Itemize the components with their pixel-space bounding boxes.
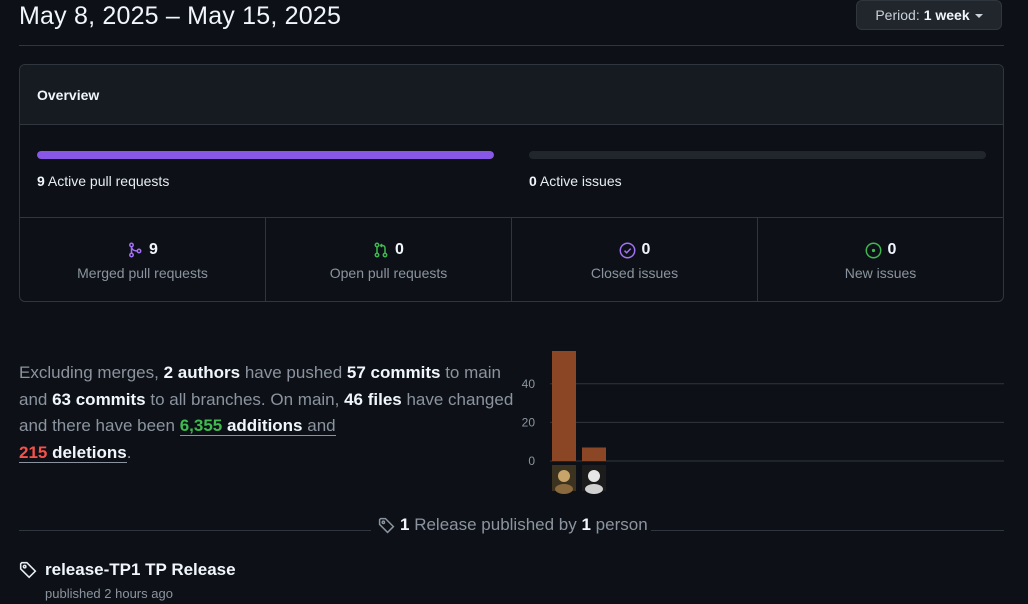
- period-label: Period:: [875, 7, 920, 23]
- date-range-title: May 8, 2025 – May 15, 2025: [19, 2, 342, 30]
- active-issues-label: Active issues: [539, 173, 622, 189]
- pull-requests-bar[interactable]: [37, 151, 494, 159]
- check-circle-icon: [619, 242, 636, 258]
- commit-summary: Excluding merges, 2 authors have pushed …: [19, 360, 514, 466]
- author-avatar[interactable]: [582, 465, 606, 494]
- stat-new-value: 0: [887, 241, 897, 258]
- deletions-link[interactable]: 215 deletions: [19, 442, 127, 463]
- stat-merged-pull-requests[interactable]: 9 Merged pull requests: [20, 218, 266, 301]
- caret-down-icon: [974, 14, 983, 18]
- stat-new-issues[interactable]: 0 New issues: [758, 218, 1003, 301]
- releases-divider-right: [651, 530, 1004, 531]
- stat-open-pull-requests[interactable]: 0 Open pull requests: [266, 218, 512, 301]
- pull-requests-bar-fill: [37, 151, 494, 159]
- active-issues-count: 0: [529, 173, 537, 189]
- overview-stats: 9 Merged pull requests 0 Open pull reque…: [20, 218, 1003, 301]
- commit-bar: [552, 351, 576, 461]
- active-issues-link[interactable]: 0 Active issues: [529, 173, 622, 189]
- releases-text: person: [590, 515, 648, 534]
- active-pull-requests-count: 9: [37, 173, 45, 189]
- header-divider: [19, 45, 1004, 46]
- summary-text: .: [126, 442, 132, 462]
- active-pull-requests-link[interactable]: 9 Active pull requests: [37, 173, 169, 189]
- releases-summary: 1 Release published by 1 person: [378, 515, 648, 535]
- files-changed-count: 46 files: [344, 389, 402, 409]
- authors-count: 2 authors: [163, 363, 241, 382]
- deletions-count: 215: [19, 442, 48, 462]
- y-tick-label: 40: [522, 377, 536, 391]
- stat-new-label: New issues: [844, 265, 917, 281]
- summary-text: have pushed: [240, 363, 347, 382]
- releases-text: Release published by: [409, 515, 582, 534]
- commits-main-count: 57 commits: [346, 363, 441, 382]
- summary-text: to all branches. On main,: [145, 389, 345, 409]
- summary-text: Excluding merges,: [19, 363, 164, 382]
- issue-open-icon: [865, 242, 882, 258]
- y-tick-label: 20: [522, 415, 536, 429]
- stat-closed-issues[interactable]: 0 Closed issues: [512, 218, 758, 301]
- overview-panel: Overview 9 Active pull requests 0 Active…: [19, 64, 1004, 302]
- stat-open-label: Open pull requests: [329, 265, 448, 281]
- stat-open-value: 0: [395, 241, 404, 258]
- additions-link[interactable]: 6,355 additions and: [179, 416, 336, 436]
- period-value: 1 week: [923, 7, 970, 23]
- y-tick-label: 0: [528, 454, 535, 468]
- stat-closed-value: 0: [641, 241, 651, 258]
- tag-icon: [19, 561, 37, 579]
- period-dropdown-button[interactable]: Period: 1 week: [856, 0, 1002, 30]
- activity-bars: 9 Active pull requests 0 Active issues: [20, 125, 1003, 218]
- active-pull-requests-label: Active pull requests: [47, 173, 170, 189]
- commits-by-author-chart: 0 20 40: [522, 351, 1004, 494]
- summary-text: and: [302, 416, 336, 435]
- merge-icon: [129, 242, 142, 258]
- commit-bar: [582, 447, 606, 461]
- release-title-link[interactable]: release-TP1 TP Release: [45, 560, 236, 580]
- release-published-time: published 2 hours ago: [45, 586, 173, 601]
- additions-count: 6,355: [179, 416, 223, 435]
- tag-icon: [378, 517, 395, 533]
- stat-merged-value: 9: [149, 241, 158, 258]
- overview-title: Overview: [20, 65, 1003, 125]
- stat-closed-label: Closed issues: [590, 265, 679, 281]
- author-avatar[interactable]: [552, 465, 576, 494]
- deletions-label: deletions: [47, 442, 127, 462]
- releases-divider-left: [19, 530, 371, 531]
- additions-label: additions: [222, 416, 303, 435]
- pull-request-icon: [374, 242, 388, 258]
- stat-merged-label: Merged pull requests: [77, 265, 208, 281]
- commits-all-count: 63 commits: [52, 389, 146, 409]
- issues-bar[interactable]: [529, 151, 986, 159]
- release-item[interactable]: release-TP1 TP Release: [19, 560, 236, 580]
- release-people-count: 1: [581, 515, 591, 534]
